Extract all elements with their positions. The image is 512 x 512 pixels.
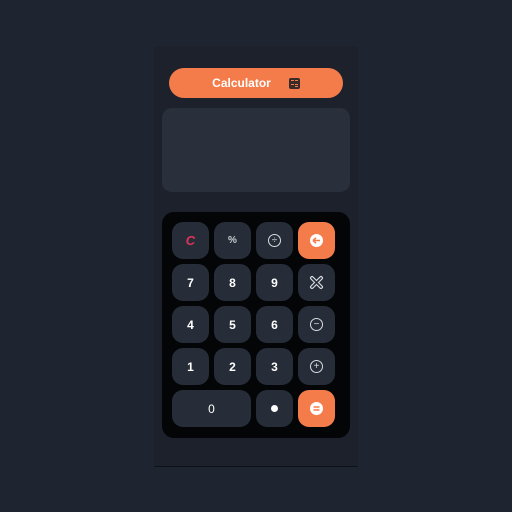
percent-button[interactable]: % bbox=[214, 222, 251, 259]
key-3-label: 3 bbox=[271, 359, 278, 374]
key-2[interactable]: 2 bbox=[214, 348, 251, 385]
backspace-icon bbox=[310, 234, 323, 247]
display-screen bbox=[162, 108, 350, 192]
calculator-app: Calculator C % ÷ 7 8 9 4 5 6 − 1 2 3 + 0 bbox=[154, 46, 358, 467]
title-bar: Calculator bbox=[169, 68, 343, 98]
calculator-icon bbox=[288, 77, 300, 89]
decimal-button[interactable] bbox=[256, 390, 293, 427]
backspace-button[interactable] bbox=[298, 222, 335, 259]
minus-button[interactable]: − bbox=[298, 306, 335, 343]
key-5[interactable]: 5 bbox=[214, 306, 251, 343]
minus-icon: − bbox=[310, 318, 323, 331]
key-2-label: 2 bbox=[229, 359, 236, 374]
keypad: C % ÷ 7 8 9 4 5 6 − 1 2 3 + 0 bbox=[162, 212, 350, 438]
key-0-label: 0 bbox=[208, 401, 215, 416]
backspace-arrow-icon bbox=[312, 237, 320, 244]
key-7-label: 7 bbox=[187, 275, 194, 290]
key-4[interactable]: 4 bbox=[172, 306, 209, 343]
divide-icon: ÷ bbox=[268, 234, 281, 247]
key-7[interactable]: 7 bbox=[172, 264, 209, 301]
app-title: Calculator bbox=[212, 76, 271, 90]
multiply-icon bbox=[310, 276, 323, 289]
key-1[interactable]: 1 bbox=[172, 348, 209, 385]
equals-icon bbox=[310, 402, 323, 415]
key-9-label: 9 bbox=[271, 275, 278, 290]
key-6-label: 6 bbox=[271, 317, 278, 332]
multiply-button[interactable] bbox=[298, 264, 335, 301]
equals-sign-icon bbox=[313, 406, 320, 411]
clear-label: C bbox=[185, 233, 196, 248]
key-1-label: 1 bbox=[187, 359, 194, 374]
clear-button[interactable]: C bbox=[172, 222, 209, 259]
key-4-label: 4 bbox=[187, 317, 194, 332]
plus-icon: + bbox=[310, 360, 323, 373]
plus-button[interactable]: + bbox=[298, 348, 335, 385]
key-0[interactable]: 0 bbox=[172, 390, 251, 427]
key-5-label: 5 bbox=[229, 317, 236, 332]
equals-button[interactable] bbox=[298, 390, 335, 427]
key-9[interactable]: 9 bbox=[256, 264, 293, 301]
key-6[interactable]: 6 bbox=[256, 306, 293, 343]
divide-button[interactable]: ÷ bbox=[256, 222, 293, 259]
percent-label: % bbox=[228, 235, 237, 246]
key-8-label: 8 bbox=[229, 275, 236, 290]
key-3[interactable]: 3 bbox=[256, 348, 293, 385]
decimal-point-icon bbox=[271, 405, 278, 412]
key-8[interactable]: 8 bbox=[214, 264, 251, 301]
